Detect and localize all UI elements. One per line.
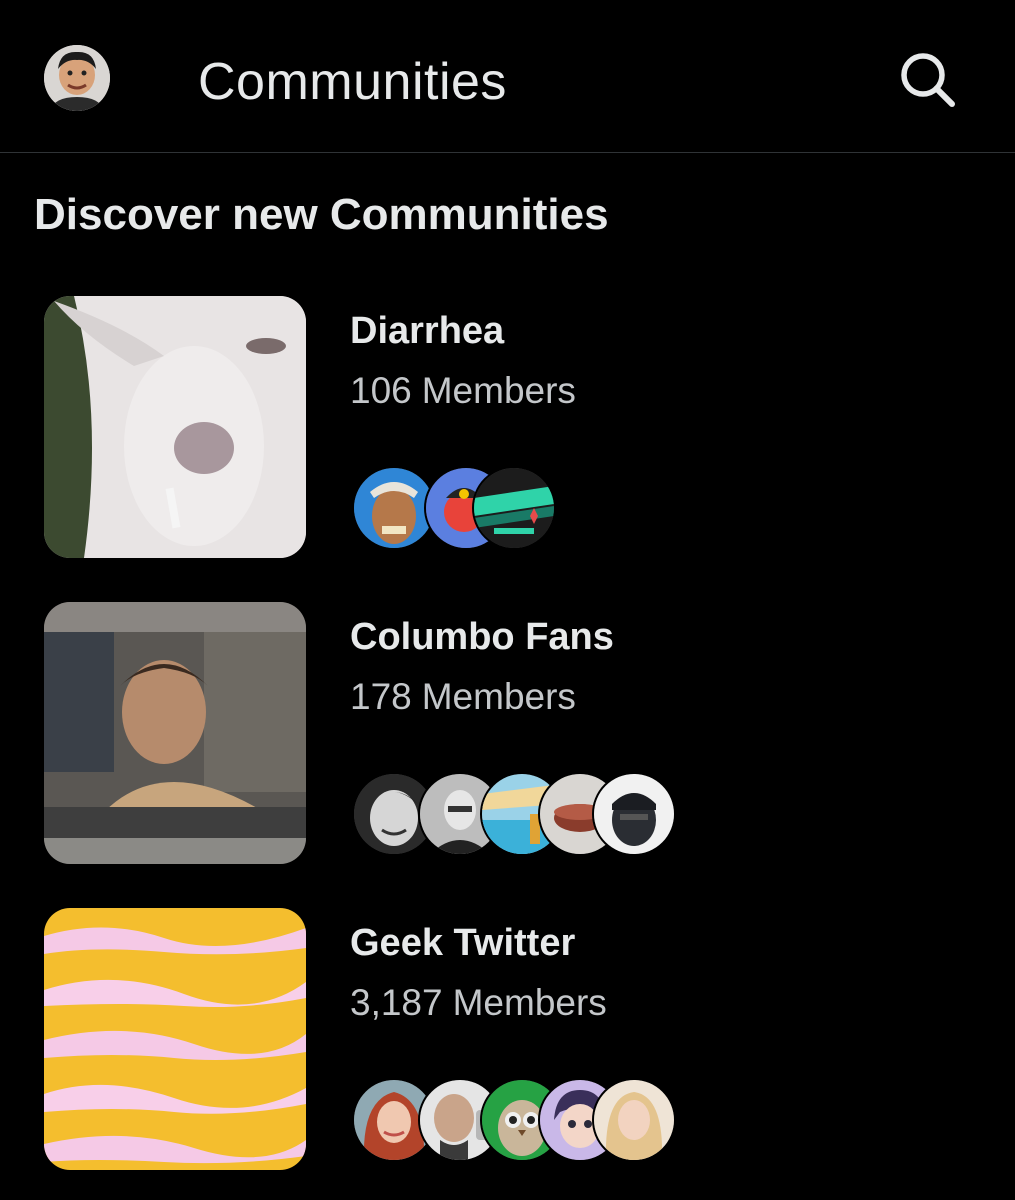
page-title: Communities — [198, 53, 507, 111]
community-name: Geek Twitter — [350, 922, 576, 964]
community-item-diarrhea[interactable]: Diarrhea 106 Members — [0, 296, 1015, 566]
community-item-columbo-fans[interactable]: Columbo Fans 178 Members — [0, 602, 1015, 872]
community-name: Diarrhea — [350, 310, 505, 352]
community-banner — [44, 602, 306, 864]
section-title: Discover new Communities — [34, 190, 609, 239]
top-bar: Communities — [0, 0, 1015, 153]
member-count: 106 Members — [350, 370, 576, 411]
search-icon — [901, 53, 955, 107]
member-count: 3,187 Members — [350, 982, 607, 1023]
community-name: Columbo Fans — [350, 616, 614, 658]
member-avatar — [472, 466, 556, 550]
community-banner — [44, 908, 306, 1170]
community-item-geek-twitter[interactable]: Geek Twitter 3,187 Members — [0, 908, 1015, 1178]
header-divider — [0, 152, 1015, 153]
community-banner — [44, 296, 306, 558]
member-avatar — [592, 772, 676, 856]
member-avatar — [592, 1078, 676, 1162]
search-button[interactable] — [896, 48, 958, 110]
profile-avatar[interactable] — [44, 45, 110, 111]
user-avatar-icon — [44, 45, 110, 111]
member-count: 178 Members — [350, 676, 576, 717]
